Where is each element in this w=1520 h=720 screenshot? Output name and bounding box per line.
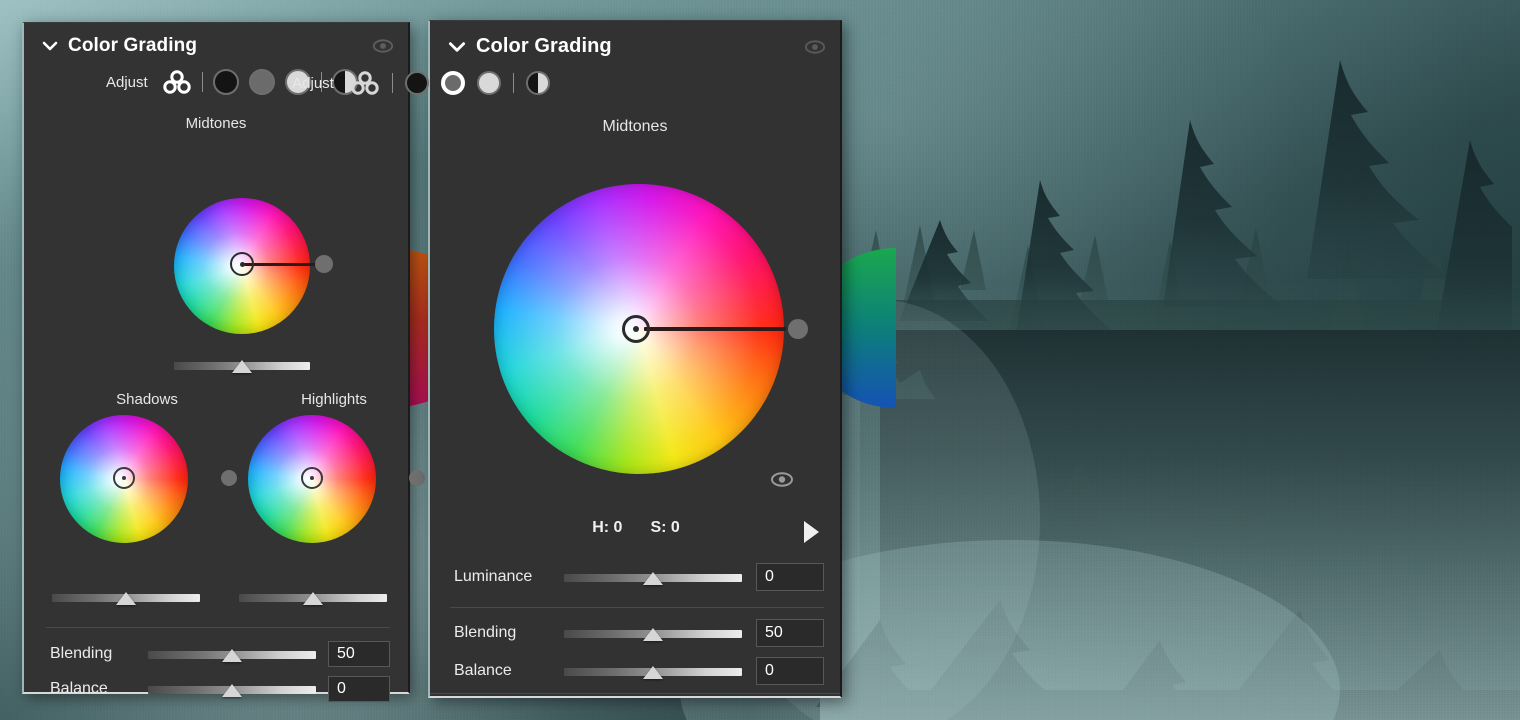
slider-thumb[interactable] bbox=[643, 666, 663, 679]
color-wheel-midtones[interactable] bbox=[174, 198, 310, 334]
panel-title: Color Grading bbox=[68, 35, 197, 57]
hue-sat-readout: H: 0 S: 0 bbox=[526, 519, 746, 537]
hue-outer-knob[interactable] bbox=[409, 470, 425, 486]
slider-shadows-luminance[interactable] bbox=[52, 594, 200, 602]
wheel-label-midtones: Midtones bbox=[24, 115, 408, 132]
chevron-down-icon[interactable] bbox=[40, 36, 60, 56]
tone-swatch-global[interactable] bbox=[526, 71, 550, 95]
slider-highlights-luminance[interactable] bbox=[239, 594, 387, 602]
panel-header: Color Grading bbox=[430, 21, 840, 58]
luminance-label: Luminance bbox=[454, 568, 564, 586]
blending-label: Blending bbox=[50, 645, 148, 663]
slider-luminance[interactable] bbox=[564, 574, 742, 582]
balance-label: Balance bbox=[454, 662, 564, 680]
blending-value-field[interactable]: 50 bbox=[756, 619, 824, 647]
color-grading-panel-left[interactable]: Color Grading Adjust Midtones bbox=[22, 22, 410, 694]
blending-value-field[interactable]: 50 bbox=[328, 641, 390, 667]
slider-balance[interactable] bbox=[148, 686, 316, 694]
control-row-balance: Balance 0 bbox=[50, 676, 390, 702]
adjust-label: Adjust bbox=[292, 75, 334, 92]
hue-radius-line bbox=[244, 263, 324, 266]
blending-label: Blending bbox=[454, 624, 564, 642]
color-grading-panel-right[interactable]: Color Grading Adjust Midtones bbox=[428, 20, 842, 698]
toolbar-divider bbox=[392, 73, 393, 93]
balance-value-field[interactable]: 0 bbox=[756, 657, 824, 685]
panel-header: Color Grading bbox=[24, 23, 408, 57]
balance-label: Balance bbox=[50, 680, 148, 698]
hue-radius-line bbox=[644, 327, 786, 331]
tone-swatch-highlights[interactable] bbox=[477, 71, 501, 95]
slider-midtones-luminance[interactable] bbox=[174, 362, 310, 370]
wheel-label-shadows: Shadows bbox=[84, 391, 210, 408]
slider-thumb[interactable] bbox=[643, 572, 663, 585]
three-circles-icon[interactable] bbox=[350, 70, 380, 96]
balance-value-field[interactable]: 0 bbox=[328, 676, 390, 702]
eye-icon[interactable] bbox=[804, 39, 826, 55]
eye-icon[interactable] bbox=[770, 471, 794, 488]
wheel-label-midtones: Midtones bbox=[430, 118, 840, 136]
control-row-luminance: Luminance 0 bbox=[454, 563, 824, 591]
slider-blending[interactable] bbox=[564, 630, 742, 638]
wheel-crosshair-handle[interactable] bbox=[622, 315, 650, 343]
wheel-crosshair-handle[interactable] bbox=[113, 467, 135, 489]
slider-thumb[interactable] bbox=[116, 592, 136, 605]
tone-swatch-midtones-selected[interactable] bbox=[441, 71, 465, 95]
chevron-down-icon[interactable] bbox=[446, 36, 468, 58]
slider-thumb[interactable] bbox=[303, 592, 323, 605]
control-row-blending: Blending 50 bbox=[50, 641, 390, 667]
bottom-divider bbox=[430, 693, 840, 694]
slider-balance[interactable] bbox=[564, 668, 742, 676]
hue-outer-knob[interactable] bbox=[315, 255, 333, 273]
section-divider bbox=[450, 607, 824, 608]
color-wheel-midtones[interactable] bbox=[494, 184, 784, 474]
control-row-balance: Balance 0 bbox=[454, 657, 824, 685]
hue-outer-knob[interactable] bbox=[788, 319, 808, 339]
tone-swatch-shadows[interactable] bbox=[405, 71, 429, 95]
hue-value: H: 0 bbox=[592, 519, 622, 537]
color-wheel-highlights[interactable] bbox=[248, 415, 376, 543]
slider-thumb[interactable] bbox=[643, 628, 663, 641]
toolbar-divider-2 bbox=[513, 73, 514, 93]
adjust-toolbar: Adjust bbox=[0, 58, 840, 96]
slider-thumb[interactable] bbox=[232, 360, 252, 373]
luminance-value-field[interactable]: 0 bbox=[756, 563, 824, 591]
control-row-blending: Blending 50 bbox=[454, 619, 824, 647]
color-wheel-shadows[interactable] bbox=[60, 415, 188, 543]
slider-thumb[interactable] bbox=[222, 649, 242, 662]
eye-icon[interactable] bbox=[372, 38, 394, 54]
wheel-label-highlights: Highlights bbox=[271, 391, 397, 408]
slider-blending[interactable] bbox=[148, 651, 316, 659]
slider-thumb[interactable] bbox=[222, 684, 242, 697]
wheel-crosshair-handle[interactable] bbox=[301, 467, 323, 489]
saturation-value: S: 0 bbox=[650, 519, 679, 537]
wheel-crosshair-handle[interactable] bbox=[230, 252, 254, 276]
hue-outer-knob[interactable] bbox=[221, 470, 237, 486]
panel-title: Color Grading bbox=[476, 35, 612, 58]
section-divider bbox=[46, 627, 390, 628]
triangle-left-icon[interactable] bbox=[804, 521, 819, 543]
